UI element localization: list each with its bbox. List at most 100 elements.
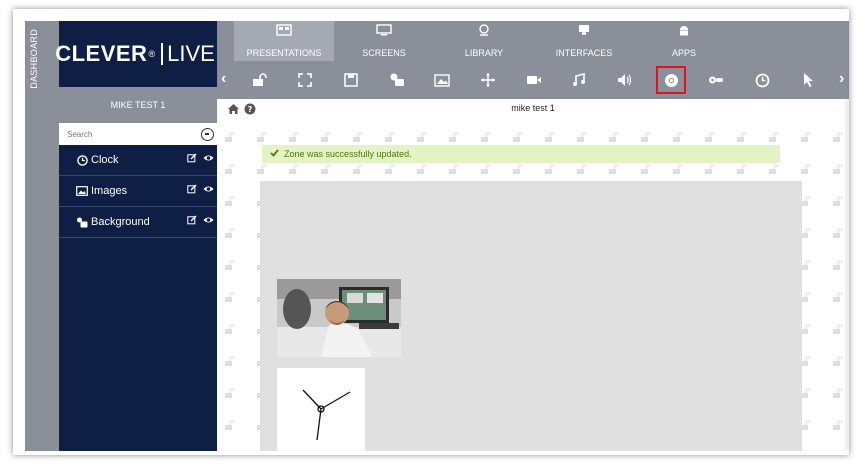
lock-marker-icon [289,132,299,142]
tab-label: PRESENTATIONS [246,48,322,58]
search-input[interactable] [65,128,197,140]
lock-marker-icon [225,292,235,302]
lock-marker-icon [353,132,363,142]
lock-marker-icon [833,228,843,238]
lock-marker-icon [417,132,427,142]
lock-marker-icon [225,324,235,334]
tab-presentations[interactable]: PRESENTATIONS [234,21,334,61]
scroll-right-arrow-icon[interactable]: › [839,70,844,88]
tab-apps[interactable]: APPS [634,21,734,61]
dashboard-label: DASHBOARD [29,29,39,89]
lock-marker-icon [513,132,523,142]
pointer-icon[interactable] [795,68,821,92]
dashboard-strip[interactable]: DASHBOARD [25,21,59,451]
tab-label: APPS [671,48,696,58]
lock-marker-icon [545,132,555,142]
edit-icon[interactable] [187,215,197,225]
zone-item-background[interactable]: Background [59,207,217,238]
lock-marker-icon [737,132,747,142]
lock-marker-icon [641,132,651,142]
lock-marker-icon [801,260,811,270]
lock-marker-icon [577,132,587,142]
success-notice: Zone was successfully updated. [262,145,780,163]
visibility-eye-icon[interactable] [203,184,214,194]
clock-zone[interactable] [277,368,365,451]
user-name: MIKE TEST 1 [110,100,166,110]
presentation-stage[interactable] [260,181,802,451]
image-zone[interactable] [277,279,401,357]
scroll-left-arrow-icon[interactable]: ‹ [221,70,226,88]
monitor-icon [376,24,392,36]
lock-marker-icon [833,420,843,430]
presentations-icon [276,24,292,36]
edit-icon[interactable] [187,184,197,194]
logo-registered: ® [148,49,156,59]
editor-canvas: Zone was successfully updated. [217,119,849,451]
lock-marker-icon [833,324,843,334]
search-row [59,123,217,145]
tab-interfaces[interactable]: INTERFACES [534,21,634,61]
lock-marker-icon [673,132,683,142]
lock-marker-icon [801,324,811,334]
move-icon[interactable] [475,68,501,92]
lock-marker-icon [321,164,331,174]
notice-text: Zone was successfully updated. [284,149,412,159]
lock-marker-icon [769,132,779,142]
lock-marker-icon [769,164,779,174]
unlock-icon[interactable] [247,68,273,92]
lock-marker-icon [225,164,235,174]
lock-marker-icon [225,260,235,270]
chrome-icon[interactable] [656,66,686,94]
shapes-icon[interactable] [384,68,410,92]
sidebar: CLEVER® LIVE MIKE TEST 1 Clock Images [55,21,221,451]
logo-text: CLEVER [55,41,148,66]
edit-icon[interactable] [187,153,197,163]
lock-marker-icon [833,132,843,142]
image-icon [76,185,88,197]
lock-marker-icon [577,164,587,174]
lock-marker-icon [673,164,683,174]
lock-marker-icon [225,356,235,366]
image-icon[interactable] [429,68,455,92]
lock-marker-icon [321,132,331,142]
tab-label: SCREENS [362,48,406,58]
tab-screens[interactable]: SCREENS [334,21,434,61]
lock-marker-icon [801,164,811,174]
save-icon[interactable] [338,68,364,92]
lock-marker-icon [801,132,811,142]
lock-marker-icon [833,164,843,174]
lock-marker-icon [481,164,491,174]
lock-marker-icon [801,420,811,430]
lock-marker-icon [801,356,811,366]
zone-label: Clock [91,154,119,166]
volume-icon[interactable] [612,68,638,92]
lock-marker-icon [385,132,395,142]
lock-marker-icon [289,164,299,174]
lock-marker-icon [225,196,235,206]
scrollbar[interactable] [845,99,849,451]
music-icon[interactable] [566,68,592,92]
zone-item-clock[interactable]: Clock [59,145,217,176]
lock-marker-icon [833,196,843,206]
search-go-icon[interactable] [201,127,214,141]
visibility-eye-icon[interactable] [203,215,214,225]
lock-marker-icon [225,228,235,238]
lock-marker-icon [801,228,811,238]
fullscreen-icon[interactable] [292,68,318,92]
lock-marker-icon [737,164,747,174]
visibility-eye-icon[interactable] [203,153,214,163]
ticket-icon[interactable] [703,68,729,92]
zone-item-images[interactable]: Images [59,176,217,207]
library-icon [476,24,492,36]
lock-marker-icon [641,164,651,174]
tab-library[interactable]: LIBRARY [434,21,534,61]
lock-marker-icon [705,132,715,142]
lock-marker-icon [481,132,491,142]
android-icon [676,24,692,36]
video-icon[interactable] [521,68,547,92]
page-title: mike test 1 [511,103,555,113]
lock-marker-icon [833,260,843,270]
toolbar: ‹ › [217,61,849,99]
office-photo [277,279,401,357]
clock-icon[interactable] [749,68,775,92]
